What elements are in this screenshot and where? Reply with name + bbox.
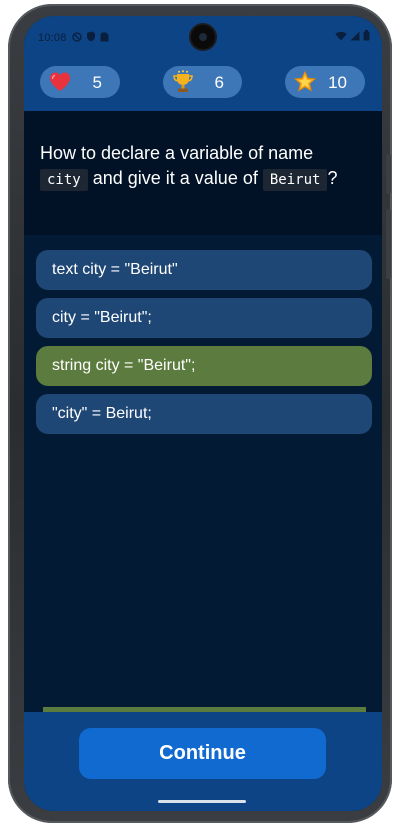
question-text: How to declare a variable of name city a… xyxy=(40,141,360,193)
question-part-3: ? xyxy=(327,168,338,188)
status-bar: 10:08 xyxy=(24,16,382,58)
code-variable-value: Beirut xyxy=(262,169,328,191)
status-icons-right xyxy=(335,30,370,45)
answer-option-1[interactable]: text city = "Beirut" xyxy=(36,250,372,290)
code-variable-name: city xyxy=(40,169,88,191)
answer-option-2[interactable]: city = "Beirut"; xyxy=(36,298,372,338)
answer-option-4[interactable]: "city" = Beirut; xyxy=(36,394,372,434)
question-part-1: How to declare a variable of name xyxy=(40,143,314,163)
stars-value: 10 xyxy=(328,73,347,92)
trophy-icon xyxy=(171,70,195,94)
continue-button[interactable]: Continue xyxy=(79,728,326,779)
signal-icon xyxy=(350,31,360,45)
home-indicator[interactable] xyxy=(158,800,246,803)
lives-counter: 5 xyxy=(40,66,120,98)
front-camera xyxy=(191,25,215,49)
status-time: 10:08 xyxy=(38,32,67,44)
trophies-counter: 6 xyxy=(163,66,242,98)
power-button xyxy=(386,209,391,279)
shield-icon xyxy=(86,31,96,46)
trophies-value: 6 xyxy=(214,73,224,92)
answer-option-3-correct[interactable]: string city = "Beirut"; xyxy=(36,346,372,386)
app-screen: 10:08 5 6 10 How to declare a variable o… xyxy=(24,16,382,811)
battery-icon xyxy=(363,30,370,45)
volume-button xyxy=(386,154,391,194)
stats-header: 5 6 10 xyxy=(24,58,382,111)
sim-icon xyxy=(100,32,109,46)
heart-icon xyxy=(48,70,72,94)
wifi-icon xyxy=(335,31,347,45)
do-not-disturb-icon xyxy=(72,31,82,46)
question-panel: How to declare a variable of name city a… xyxy=(24,111,382,235)
status-icons-left xyxy=(72,31,109,46)
star-icon xyxy=(293,70,317,94)
footer: Continue xyxy=(24,712,382,811)
stars-counter: 10 xyxy=(285,66,365,98)
question-part-2: and give it a value of xyxy=(92,168,258,188)
lives-value: 5 xyxy=(92,73,102,92)
answer-options: text city = "Beirut" city = "Beirut"; st… xyxy=(24,235,382,711)
